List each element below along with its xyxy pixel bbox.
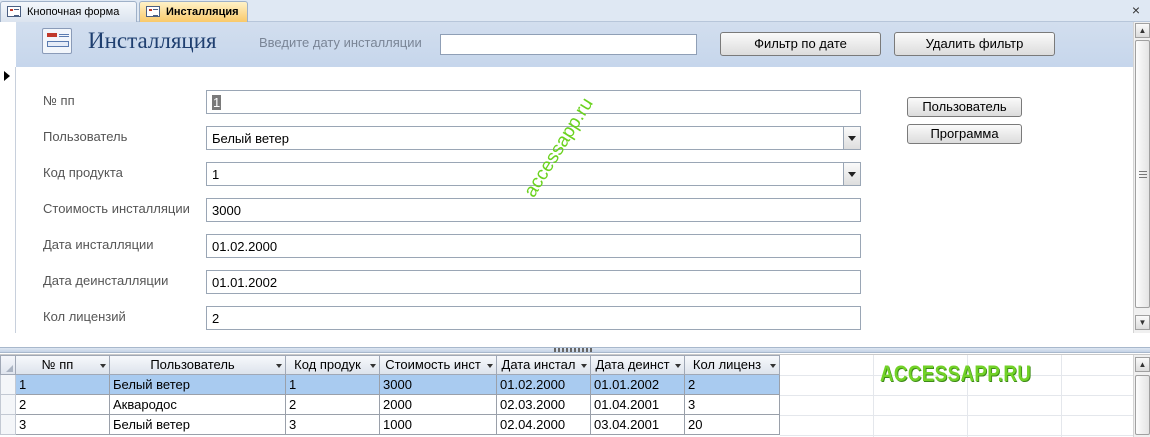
chevron-down-icon[interactable] [675, 364, 681, 368]
chevron-down-icon[interactable] [276, 364, 282, 368]
uninstall-date-field[interactable]: 01.01.2002 [206, 270, 861, 294]
scroll-down-arrow-icon[interactable]: ▼ [1135, 315, 1150, 330]
table-cell[interactable]: 3 [286, 415, 380, 435]
row-selector[interactable] [0, 415, 16, 435]
field-label-install-date: Дата инсталляции [43, 237, 154, 252]
remove-filter-button[interactable]: Удалить фильтр [894, 32, 1055, 56]
table-cell[interactable]: 1 [286, 375, 380, 395]
field-label-num: № пп [43, 93, 75, 108]
current-record-arrow-icon [4, 71, 10, 81]
column-header[interactable]: № пп [16, 355, 110, 375]
datasheet: № пп Пользователь Код продук Стоимость и… [0, 355, 1133, 437]
page-title: Инсталляция [88, 28, 217, 53]
table-cell[interactable]: 1 [16, 375, 110, 395]
table-cell[interactable]: 2000 [380, 395, 497, 415]
tab-installation[interactable]: Инсталляция [139, 1, 248, 22]
table-cell[interactable]: 03.04.2001 [591, 415, 685, 435]
form-icon [146, 6, 160, 17]
row-selector[interactable] [0, 395, 16, 415]
table-cell[interactable]: 20 [685, 415, 780, 435]
program-button[interactable]: Программа [907, 124, 1022, 144]
field-label-cost: Стоимость инсталляции [43, 201, 190, 216]
scrollbar-thumb[interactable] [1135, 40, 1150, 308]
table-cell[interactable]: Белый ветер [110, 375, 286, 395]
tab-switchboard[interactable]: Кнопочная форма [0, 1, 137, 22]
scroll-up-arrow-icon[interactable]: ▲ [1135, 357, 1150, 372]
chevron-down-icon[interactable] [843, 127, 860, 149]
watermark-logo-text: ACCESSAPP.RU [880, 361, 1032, 386]
splitter-grip-icon[interactable] [554, 348, 592, 352]
chevron-down-icon[interactable] [487, 364, 493, 368]
field-label-uninstall-date: Дата деинсталляции [43, 273, 169, 288]
user-value: Белый ветер [212, 131, 289, 146]
select-all-corner[interactable] [0, 355, 16, 375]
column-header[interactable]: Код продук [286, 355, 380, 375]
filter-by-date-button[interactable]: Фильтр по дате [720, 32, 881, 56]
install-date-field[interactable]: 01.02.2000 [206, 234, 861, 258]
field-label-licenses: Кол лицензий [43, 309, 126, 324]
form-icon [7, 6, 21, 17]
split-form-divider[interactable] [0, 333, 1150, 355]
chevron-down-icon[interactable] [770, 364, 776, 368]
table-cell[interactable]: 01.02.2000 [497, 375, 591, 395]
table-cell[interactable]: Белый ветер [110, 415, 286, 435]
table-cell[interactable]: Аквародос [110, 395, 286, 415]
table-cell[interactable]: 01.04.2001 [591, 395, 685, 415]
scrollbar-thumb[interactable] [1135, 375, 1150, 435]
field-label-product: Код продукта [43, 165, 123, 180]
field-label-user: Пользователь [43, 129, 128, 144]
chevron-down-icon[interactable] [100, 364, 106, 368]
filter-date-label: Введите дату инсталляции [259, 35, 422, 50]
table-cell[interactable]: 2 [286, 395, 380, 415]
form-header: Инсталляция Введите дату инсталляции Фил… [16, 22, 1133, 67]
chevron-down-icon[interactable] [843, 163, 860, 185]
filter-date-input[interactable] [440, 34, 697, 55]
close-icon[interactable]: × [1132, 2, 1140, 18]
table-cell[interactable]: 3 [16, 415, 110, 435]
table-cell[interactable]: 3000 [380, 375, 497, 395]
cost-field[interactable]: 3000 [206, 198, 861, 222]
table-cell[interactable]: 3 [685, 395, 780, 415]
chevron-down-icon[interactable] [581, 364, 587, 368]
column-header[interactable]: Кол лиценз [685, 355, 780, 375]
row-selector[interactable] [0, 375, 16, 395]
user-button[interactable]: Пользователь [907, 97, 1022, 117]
column-header[interactable]: Пользователь [110, 355, 286, 375]
table-cell[interactable]: 2 [16, 395, 110, 415]
column-header[interactable]: Дата деинст [591, 355, 685, 375]
table-cell[interactable]: 02.04.2000 [497, 415, 591, 435]
column-header[interactable]: Стоимость инст [380, 355, 497, 375]
tab-label: Кнопочная форма [27, 6, 120, 18]
form-scrollbar[interactable]: ▲ ▼ [1133, 22, 1150, 333]
table-cell[interactable]: 1000 [380, 415, 497, 435]
product-value: 1 [212, 167, 220, 182]
datasheet-scrollbar[interactable]: ▲ [1133, 355, 1150, 437]
tab-label: Инсталляция [166, 6, 239, 18]
column-header[interactable]: Дата инстал [497, 355, 591, 375]
user-combobox[interactable]: Белый ветер [206, 126, 861, 150]
licenses-field[interactable]: 2 [206, 306, 861, 330]
chevron-down-icon[interactable] [370, 364, 376, 368]
table-cell[interactable]: 2 [685, 375, 780, 395]
scroll-up-arrow-icon[interactable]: ▲ [1135, 23, 1150, 38]
record-selector[interactable] [0, 67, 16, 333]
table-cell[interactable]: 01.01.2002 [591, 375, 685, 395]
form-logo-icon [42, 28, 72, 54]
table-cell[interactable]: 02.03.2000 [497, 395, 591, 415]
document-tab-bar: Кнопочная форма Инсталляция × [0, 0, 1150, 22]
num-field[interactable]: 1 [206, 90, 861, 114]
